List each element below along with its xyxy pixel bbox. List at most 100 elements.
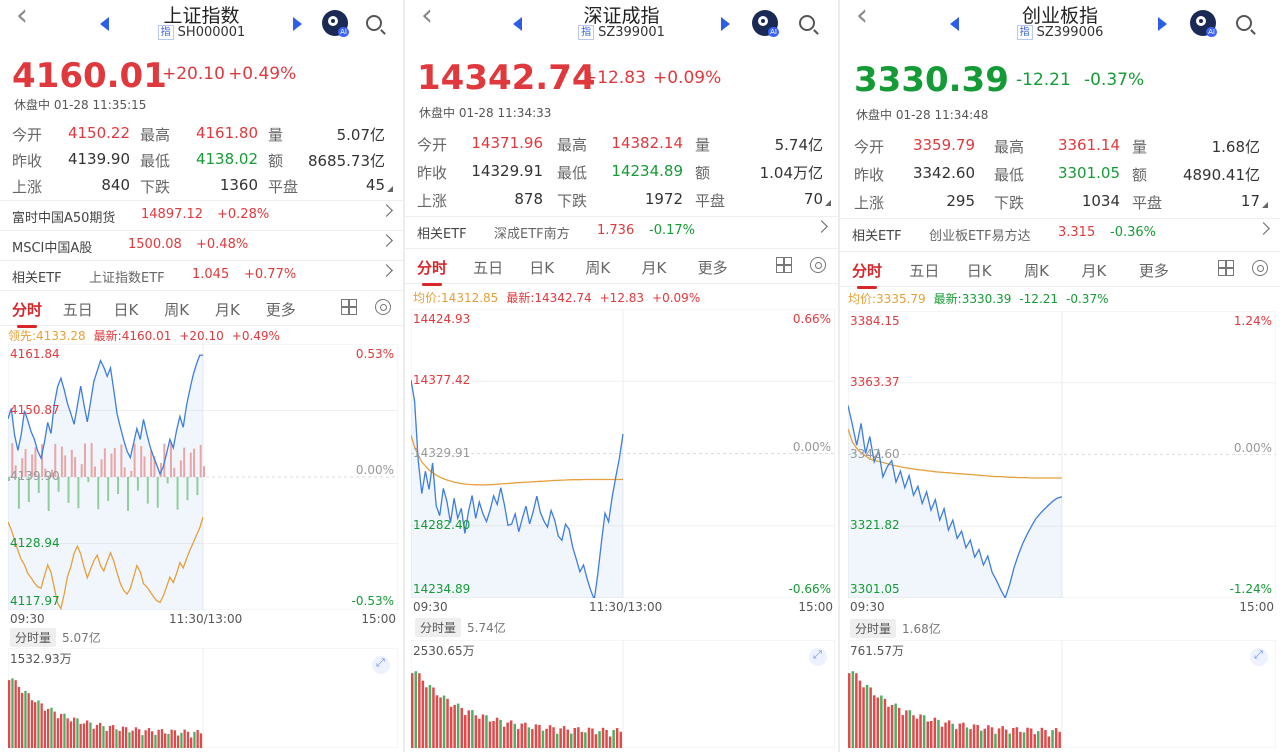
tab-intraday[interactable]: 分时	[417, 257, 447, 286]
volume-bar	[591, 728, 594, 748]
stat-value: 14234.89	[611, 162, 683, 180]
fullscreen-icon[interactable]	[1250, 648, 1268, 666]
y-axis-label: 14282.40	[413, 517, 471, 532]
volume-bar	[56, 718, 60, 748]
breadth-bar	[70, 449, 73, 477]
price-change: +20.10	[162, 64, 225, 84]
info-row[interactable]: 相关ETF 深成ETF南方 1.736 -0.17%	[405, 216, 838, 245]
search-icon[interactable]	[366, 15, 382, 31]
header-bar: ‹ 创业板指指 SZ399006	[840, 0, 1280, 50]
y-axis-label: 3342.60	[850, 446, 900, 461]
volume-bar	[14, 680, 17, 748]
tab-intraday[interactable]: 分时	[852, 260, 882, 289]
volume-header: 分时量 1.68亿	[850, 619, 941, 638]
volume-bar	[531, 729, 534, 748]
tab-more[interactable]: 更多	[266, 299, 296, 320]
chevron-right-icon[interactable]	[1257, 222, 1270, 235]
y-axis-label: 4128.94	[10, 535, 60, 550]
volume-bar	[138, 729, 141, 748]
time-axis-label: 09:30	[10, 612, 45, 626]
stat-label: 今开	[854, 138, 885, 156]
tab-monthly[interactable]: 月K	[1082, 260, 1107, 281]
chevron-right-icon[interactable]	[380, 204, 393, 217]
volume-bar	[541, 730, 545, 748]
volume-bar	[897, 707, 901, 748]
volume-bar	[66, 718, 69, 748]
info-row[interactable]: 相关ETF 上证指数ETF 1.045 +0.77%	[0, 260, 403, 289]
tab-5day[interactable]: 五日	[909, 260, 939, 281]
grid-layout-icon[interactable]	[776, 257, 792, 273]
market-status: 休盘中 01-28 11:34:48	[856, 108, 989, 122]
tab-5day[interactable]: 五日	[63, 299, 93, 320]
tab-more[interactable]: 更多	[1139, 260, 1169, 281]
info-row-text: +0.28%	[217, 207, 270, 222]
breadth-bar	[87, 477, 90, 483]
index-code-text: SZ399006	[1036, 25, 1104, 40]
breadth-bar	[196, 477, 199, 496]
info-row[interactable]: 相关ETF 创业板ETF易方达 3.315 -0.36%	[840, 218, 1280, 247]
info-row-text: +0.77%	[244, 267, 297, 282]
expand-stats-icon[interactable]	[825, 200, 831, 206]
intraday-chart[interactable]	[848, 311, 1276, 598]
search-icon[interactable]	[799, 15, 815, 31]
chevron-right-icon[interactable]	[815, 220, 828, 233]
ai-assistant-icon[interactable]	[1190, 10, 1217, 37]
stat-label: 上涨	[12, 178, 43, 196]
market-status: 休盘中 01-28 11:34:33	[419, 106, 552, 120]
volume-bar	[1058, 731, 1061, 748]
price-area	[848, 405, 1062, 598]
info-row-text: MSCI中国A股	[12, 241, 93, 256]
settings-icon[interactable]	[375, 299, 391, 315]
tab-more[interactable]: 更多	[698, 257, 728, 278]
ai-assistant-icon[interactable]	[752, 10, 779, 37]
chevron-right-icon[interactable]	[380, 264, 393, 277]
expand-stats-icon[interactable]	[1262, 202, 1268, 208]
intraday-chart[interactable]	[8, 344, 398, 610]
volume-bar	[987, 725, 990, 748]
current-price: 14342.74	[417, 58, 596, 98]
header-bar: ‹ 上证指数指 SH000001	[0, 0, 403, 50]
fullscreen-icon[interactable]	[372, 656, 390, 674]
grid-layout-icon[interactable]	[1218, 260, 1234, 276]
pct-axis-label: 1.24%	[1233, 314, 1272, 328]
fullscreen-icon[interactable]	[809, 648, 827, 666]
volume-bar	[883, 698, 887, 748]
volume-type-dropdown[interactable]: 分时量	[10, 628, 57, 647]
search-icon[interactable]	[1236, 15, 1252, 31]
settings-icon[interactable]	[1252, 260, 1268, 276]
tab-weekly[interactable]: 周K	[585, 257, 610, 278]
chevron-right-icon[interactable]	[380, 234, 393, 247]
volume-bar	[880, 695, 883, 748]
tab-monthly[interactable]: 月K	[215, 299, 240, 320]
volume-bar	[947, 720, 951, 748]
tab-weekly[interactable]: 周K	[1024, 260, 1049, 281]
stat-value: 3342.60	[912, 164, 975, 182]
tab-weekly[interactable]: 周K	[164, 299, 189, 320]
tab-daily[interactable]: 日K	[529, 257, 554, 278]
tab-monthly[interactable]: 月K	[641, 257, 666, 278]
volume-chart[interactable]	[848, 640, 1276, 748]
breadth-bar	[107, 477, 110, 502]
expand-stats-icon[interactable]	[387, 186, 393, 192]
settings-icon[interactable]	[810, 257, 826, 273]
grid-layout-icon[interactable]	[341, 299, 357, 315]
volume-type-dropdown[interactable]: 分时量	[415, 618, 462, 637]
volume-bar	[552, 727, 555, 748]
volume-bar	[414, 671, 417, 748]
volume-bar	[855, 673, 858, 748]
volume-bar	[527, 727, 531, 748]
volume-bar	[86, 720, 89, 748]
info-row[interactable]: 富时中国A50期货 14897.12 +0.28%	[0, 200, 403, 229]
intraday-chart[interactable]	[411, 309, 835, 598]
info-row[interactable]: MSCI中国A股 1500.08 +0.48%	[0, 230, 403, 259]
breadth-bar	[203, 466, 205, 477]
tab-intraday[interactable]: 分时	[12, 299, 42, 328]
tab-daily[interactable]: 日K	[967, 260, 992, 281]
volume-bar	[449, 706, 453, 748]
tab-5day[interactable]: 五日	[473, 257, 503, 278]
volume-bar	[573, 728, 576, 748]
stat-value: 295	[946, 192, 975, 210]
ai-assistant-icon[interactable]	[322, 10, 349, 37]
volume-type-dropdown[interactable]: 分时量	[850, 619, 897, 638]
tab-daily[interactable]: 日K	[113, 299, 138, 320]
